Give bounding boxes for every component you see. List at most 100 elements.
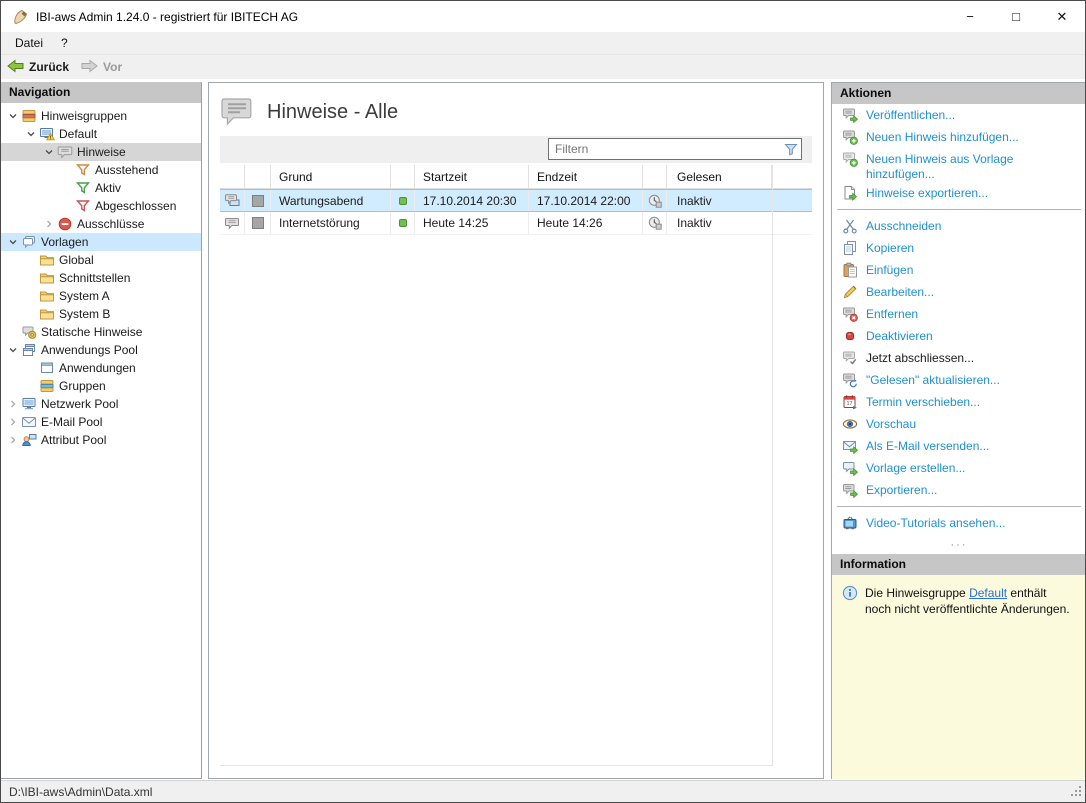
back-button[interactable]: Zurück xyxy=(1,55,75,79)
chevron-down-icon[interactable] xyxy=(5,234,21,250)
chevron-spacer xyxy=(5,324,21,340)
panel-splitter-grip[interactable]: ··· xyxy=(832,541,1086,549)
header-state-col[interactable] xyxy=(245,165,271,188)
action-label: Exportieren... xyxy=(866,479,937,498)
calendar-move-icon: 17 xyxy=(842,394,858,410)
header-grund[interactable]: Grund xyxy=(271,165,391,188)
menu-help[interactable]: ? xyxy=(52,32,77,54)
action-entfernen[interactable]: Entfernen xyxy=(832,303,1086,325)
header-gelesen-icon-col[interactable] xyxy=(643,165,667,188)
nav-item-statische-hinweise[interactable]: Statische Hinweise xyxy=(1,323,201,341)
chevron-right-icon[interactable] xyxy=(5,414,21,430)
nav-item-attribut-pool[interactable]: Attribut Pool xyxy=(1,431,201,449)
action-einfuegen[interactable]: Einfügen xyxy=(832,259,1086,281)
nav-item-gruppen[interactable]: Gruppen xyxy=(1,377,201,395)
minimize-button[interactable]: − xyxy=(947,1,993,32)
add-hint-from-template-icon xyxy=(842,151,858,167)
chevron-spacer xyxy=(59,162,75,178)
action-hinweise-exportieren[interactable]: Hinweise exportieren... xyxy=(832,182,1086,204)
filter-funnel-icon[interactable] xyxy=(784,143,798,159)
header-status-col[interactable] xyxy=(391,165,415,188)
action-label: Vorschau xyxy=(866,413,916,432)
table-row[interactable]: Wartungsabend 17.10.2014 20:30 17.10.201… xyxy=(220,189,812,212)
action-label: Termin verschieben... xyxy=(866,391,980,410)
action-ausschneiden[interactable]: Ausschneiden xyxy=(832,215,1086,237)
nav-item-email-pool[interactable]: E-Mail Pool xyxy=(1,413,201,431)
nav-item-ausstehend[interactable]: Ausstehend xyxy=(1,161,201,179)
chevron-right-icon[interactable] xyxy=(5,432,21,448)
nav-item-vorlagen[interactable]: Vorlagen xyxy=(1,233,201,251)
nav-item-system-b[interactable]: System B xyxy=(1,305,201,323)
header-endzeit[interactable]: Endzeit xyxy=(529,165,643,188)
network-monitor-icon xyxy=(21,396,39,412)
action-neuen-hinweis-aus-vorlage[interactable]: Neuen Hinweis aus Vorlage hinzufügen... xyxy=(832,148,1086,182)
nav-item-abgeschlossen[interactable]: Abgeschlossen xyxy=(1,197,201,215)
close-button[interactable]: ✕ xyxy=(1039,1,1085,32)
chevron-down-icon[interactable] xyxy=(23,126,39,142)
nav-item-anwendungen[interactable]: Anwendungen xyxy=(1,359,201,377)
hints-table: Grund Startzeit Endzeit Gelesen Wartungs… xyxy=(220,165,812,766)
tool-bar: Zurück Vor xyxy=(1,55,1085,79)
chevron-right-icon[interactable] xyxy=(41,216,57,232)
action-als-email-versenden[interactable]: Als E-Mail versenden... xyxy=(832,435,1086,457)
maximize-button[interactable]: □ xyxy=(993,1,1039,32)
chevron-down-icon[interactable] xyxy=(5,108,21,124)
action-label: Deaktivieren xyxy=(866,325,933,344)
email-icon xyxy=(21,414,39,430)
action-bearbeiten[interactable]: Bearbeiten... xyxy=(832,281,1086,303)
nav-item-ausschluesse[interactable]: Ausschlüsse xyxy=(1,215,201,233)
action-termin-verschieben[interactable]: 17 Termin verschieben... xyxy=(832,391,1086,413)
information-text: Die Hinweisgruppe Default enthält noch n… xyxy=(865,585,1075,617)
nav-item-anwendungs-pool[interactable]: Anwendungs Pool xyxy=(1,341,201,359)
chevron-spacer xyxy=(23,306,39,322)
action-video-tutorials[interactable]: Video-Tutorials ansehen... xyxy=(832,512,1086,534)
action-label: Veröffentlichen... xyxy=(866,104,955,123)
cell-grund: Internetstörung xyxy=(271,212,391,234)
table-row[interactable]: Internetstörung Heute 14:25 Heute 14:26 … xyxy=(220,212,812,235)
action-vorlage-erstellen[interactable]: Vorlage erstellen... xyxy=(832,457,1086,479)
video-tutorials-icon xyxy=(842,515,858,531)
header-startzeit[interactable]: Startzeit xyxy=(415,165,529,188)
nav-item-aktiv[interactable]: Aktiv xyxy=(1,179,201,197)
chevron-down-icon[interactable] xyxy=(41,144,57,160)
nav-item-system-a[interactable]: System A xyxy=(1,287,201,305)
default-link[interactable]: Default xyxy=(969,586,1007,600)
cut-icon xyxy=(842,218,858,234)
nav-item-netzwerk-pool[interactable]: Netzwerk Pool xyxy=(1,395,201,413)
green-status-dot xyxy=(391,190,415,211)
group-stack-icon xyxy=(39,378,57,394)
menu-bar: Datei ? xyxy=(1,32,1085,55)
chevron-down-icon[interactable] xyxy=(5,342,21,358)
action-label: Neuen Hinweis aus Vorlage hinzufügen... xyxy=(866,148,1078,182)
nav-item-default[interactable]: Default xyxy=(1,125,201,143)
nav-item-hinweise[interactable]: Hinweise xyxy=(1,143,201,161)
filter-input[interactable] xyxy=(548,138,802,160)
nav-item-global[interactable]: Global xyxy=(1,251,201,269)
folder-icon xyxy=(39,306,57,322)
resize-grip-icon[interactable] xyxy=(1070,785,1082,800)
page-title-row: Hinweise - Alle xyxy=(220,95,398,130)
header-icon-col[interactable] xyxy=(220,165,245,188)
forward-button[interactable]: Vor xyxy=(75,55,128,79)
hint-groups-stack-icon xyxy=(21,108,39,124)
nav-item-schnittstellen[interactable]: Schnittstellen xyxy=(1,269,201,287)
action-deaktivieren[interactable]: Deaktivieren xyxy=(832,325,1086,347)
nav-label: Hinweise xyxy=(77,145,126,159)
templates-icon xyxy=(21,234,39,250)
nav-label: System B xyxy=(59,307,110,321)
create-template-icon xyxy=(842,460,858,476)
chevron-right-icon[interactable] xyxy=(5,396,21,412)
action-jetzt-abschliessen[interactable]: Jetzt abschliessen... xyxy=(832,347,1086,369)
action-gelesen-aktualisieren[interactable]: "Gelesen" aktualisieren... xyxy=(832,369,1086,391)
menu-datei[interactable]: Datei xyxy=(6,32,52,54)
nav-item-hinweisgruppen[interactable]: Hinweisgruppen xyxy=(1,107,201,125)
chevron-spacer xyxy=(59,198,75,214)
cell-gelesen: Inaktiv xyxy=(667,212,772,234)
action-neuen-hinweis[interactable]: Neuen Hinweis hinzufügen... xyxy=(832,126,1086,148)
header-gelesen[interactable]: Gelesen xyxy=(667,165,772,188)
action-vorschau[interactable]: Vorschau xyxy=(832,413,1086,435)
action-exportieren[interactable]: Exportieren... xyxy=(832,479,1086,501)
action-kopieren[interactable]: Kopieren xyxy=(832,237,1086,259)
folder-icon xyxy=(39,270,57,286)
action-veroeffentlichen[interactable]: Veröffentlichen... xyxy=(832,104,1086,126)
